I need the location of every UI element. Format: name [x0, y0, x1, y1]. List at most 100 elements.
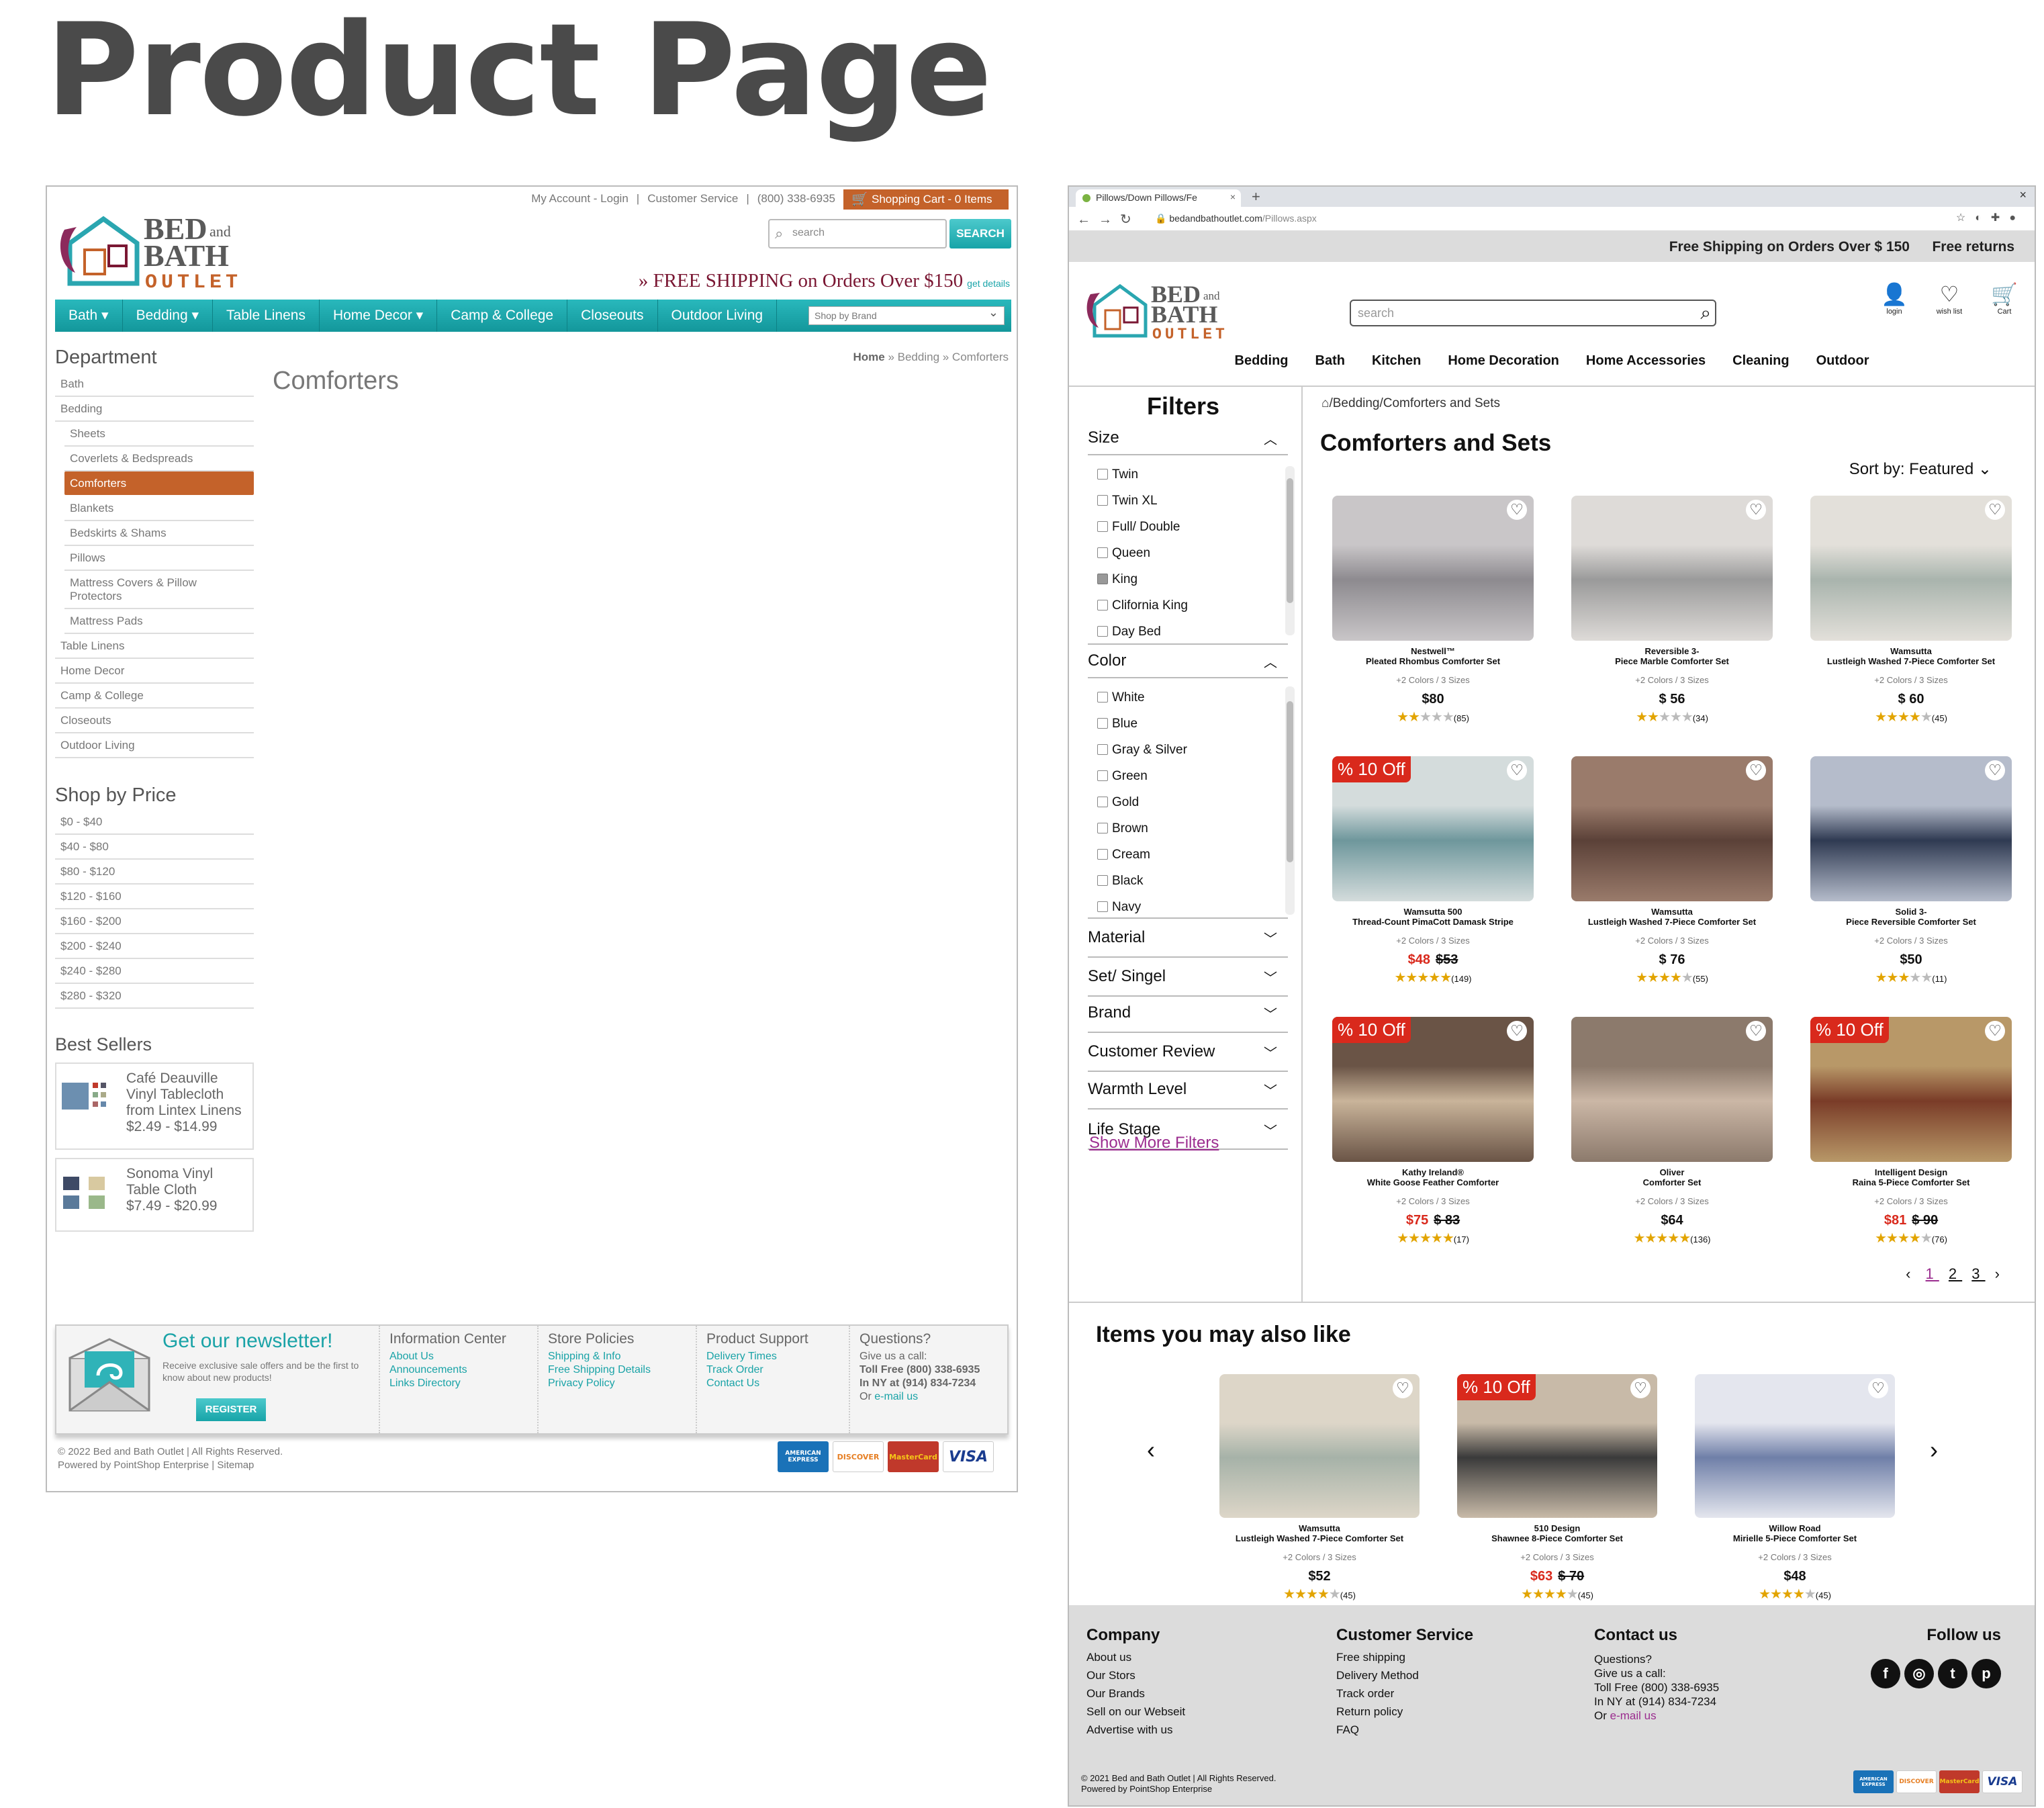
product-image[interactable]: ♡: [1571, 756, 1773, 901]
get-details-link[interactable]: get details: [967, 278, 1010, 289]
wishlist-heart-icon[interactable]: ♡: [1985, 500, 2005, 520]
product-image[interactable]: ♡: [1571, 496, 1773, 641]
top-link[interactable]: (800) 338-6935: [757, 192, 835, 205]
footer-link[interactable]: Our Brands: [1086, 1684, 1185, 1703]
wishlist-heart-icon[interactable]: ♡: [1746, 500, 1766, 520]
color-filter-header[interactable]: Color ︿: [1088, 651, 1284, 670]
search-icon[interactable]: ⌕: [1700, 302, 1711, 324]
footer-link[interactable]: About Us: [389, 1350, 528, 1363]
nav-item[interactable]: Camp & College: [437, 300, 568, 332]
price-range-link[interactable]: $200 - $240: [55, 934, 254, 959]
filter-brand[interactable]: Brand ﹀: [1088, 1003, 1284, 1022]
page-link-1[interactable]: 1: [1926, 1265, 1939, 1282]
search-button[interactable]: SEARCH: [949, 219, 1011, 248]
product-image[interactable]: % 10 Off ♡: [1810, 1017, 2012, 1162]
header-icon-login[interactable]: 👤 login: [1877, 281, 1911, 316]
menu-item[interactable]: Home Decoration: [1448, 353, 1559, 369]
instagram-icon[interactable]: ◎: [1904, 1659, 1934, 1688]
product-image[interactable]: ♡: [1695, 1374, 1895, 1518]
menu-item[interactable]: Outdoor: [1816, 353, 1869, 369]
footer-link[interactable]: Return policy: [1336, 1703, 1473, 1721]
top-link[interactable]: My Account - Login: [531, 192, 629, 205]
next-page-icon[interactable]: ›: [1995, 1265, 2005, 1282]
wishlist-heart-icon[interactable]: ♡: [1507, 500, 1527, 520]
footer-link[interactable]: Announcements: [389, 1363, 528, 1377]
footer-link[interactable]: Advertise with us: [1086, 1721, 1185, 1739]
color-option[interactable]: Blue: [1097, 717, 1137, 731]
wishlist-heart-icon[interactable]: ♡: [1507, 760, 1527, 780]
size-option[interactable]: Twin XL: [1097, 494, 1158, 508]
filter-material[interactable]: Material ﹀: [1088, 928, 1284, 947]
price-range-link[interactable]: $280 - $320: [55, 984, 254, 1009]
register-button[interactable]: REGISTER: [196, 1398, 266, 1421]
search-input[interactable]: search ⌕: [1350, 300, 1716, 326]
product-card[interactable]: ♡ Wamsutta Lustleigh Washed 7-Piece Comfor…: [1571, 756, 1773, 986]
product-card[interactable]: % 10 Off ♡ Wamsutta 500 Thread-Count PimaCo…: [1332, 756, 1534, 986]
color-checkbox[interactable]: [1097, 692, 1108, 703]
footer-link[interactable]: Free Shipping Details: [548, 1363, 686, 1377]
department-link[interactable]: Bedskirts & Shams: [64, 521, 254, 546]
menu-item[interactable]: Home Accessories: [1586, 353, 1706, 369]
filter-customer-review[interactable]: Customer Review ﹀: [1088, 1042, 1284, 1061]
twitter-icon[interactable]: t: [1938, 1659, 1967, 1688]
department-link[interactable]: Outdoor Living: [55, 733, 254, 758]
product-card[interactable]: ♡ Willow Road Mirielle 5-Piece Comforter S…: [1695, 1374, 1895, 1602]
browser-extension-icons[interactable]: ☆◐✚●: [1956, 211, 2025, 224]
nav-item[interactable]: Home Decor ▾: [320, 300, 438, 332]
size-checkbox[interactable]: [1097, 626, 1108, 637]
best-seller-item[interactable]: Café Deauville Vinyl Tablecloth from Lin…: [55, 1063, 254, 1150]
color-option[interactable]: Gold: [1097, 795, 1139, 810]
department-link[interactable]: Camp & College: [55, 684, 254, 709]
footer-link[interactable]: Our Stors: [1086, 1666, 1185, 1684]
email-us-link[interactable]: e-mail us: [874, 1391, 918, 1402]
nav-item[interactable]: Outdoor Living: [658, 300, 778, 332]
product-card[interactable]: ♡ Wamsutta Lustleigh Washed 7-Piece Comfor…: [1810, 496, 2012, 725]
menu-item[interactable]: Cleaning: [1732, 353, 1789, 369]
address-bar[interactable]: 🔒 bedandbathoutlet.com/Pillows.aspx: [1147, 211, 1937, 227]
product-image[interactable]: ♡: [1219, 1374, 1420, 1518]
nav-item[interactable]: Bedding ▾: [123, 300, 214, 332]
show-more-filters-link[interactable]: Show More Filters: [1089, 1134, 1219, 1152]
color-checkbox[interactable]: [1097, 823, 1108, 833]
top-link[interactable]: Customer Service: [647, 192, 738, 205]
page-link-2[interactable]: 2: [1949, 1265, 1962, 1282]
size-option[interactable]: Day Bed: [1097, 625, 1161, 639]
product-card[interactable]: % 10 Off ♡ Kathy Ireland® White Goose Feath…: [1332, 1017, 1534, 1247]
color-option[interactable]: Gray & Silver: [1097, 743, 1187, 758]
breadcrumb-trail[interactable]: /Bedding/Comforters and Sets: [1329, 396, 1500, 410]
carousel-next-icon[interactable]: ›: [1930, 1436, 1938, 1464]
department-link[interactable]: Blankets: [64, 496, 254, 521]
footer-link[interactable]: Privacy Policy: [548, 1377, 686, 1390]
product-image[interactable]: ♡: [1332, 496, 1534, 641]
department-link[interactable]: Bath: [55, 372, 254, 397]
price-range-link[interactable]: $80 - $120: [55, 860, 254, 885]
shopping-cart-button[interactable]: 🛒 Shopping Cart - 0 Items: [843, 189, 1009, 210]
color-checkbox[interactable]: [1097, 744, 1108, 755]
size-option[interactable]: Queen: [1097, 546, 1150, 561]
filter-set-singel[interactable]: Set/ Singel ﹀: [1088, 967, 1284, 986]
home-icon[interactable]: ⌂: [1321, 396, 1329, 410]
color-option[interactable]: Brown: [1097, 821, 1148, 836]
nav-item[interactable]: Closeouts: [567, 300, 658, 332]
product-card[interactable]: ♡ Oliver Comforter Set +2 Colors / 3 Sizes $…: [1571, 1017, 1773, 1247]
price-range-link[interactable]: $120 - $160: [55, 885, 254, 909]
footer-link[interactable]: Delivery Times: [706, 1350, 845, 1363]
size-checkbox[interactable]: [1097, 521, 1108, 532]
footer-link[interactable]: Delivery Method: [1336, 1666, 1473, 1684]
size-checkbox[interactable]: [1097, 495, 1108, 506]
filter-warmth-level[interactable]: Warmth Level ﹀: [1088, 1080, 1284, 1099]
pinterest-icon[interactable]: p: [1971, 1659, 2001, 1688]
close-tab-icon[interactable]: ×: [1230, 191, 1236, 202]
color-checkbox[interactable]: [1097, 875, 1108, 886]
size-option[interactable]: Twin: [1097, 467, 1138, 482]
footer-link[interactable]: Sell on our Webseit: [1086, 1703, 1185, 1721]
sort-dropdown[interactable]: Sort by: Featured ⌄: [1849, 459, 1992, 479]
product-image[interactable]: ♡: [1810, 496, 2012, 641]
product-card[interactable]: ♡ Reversible 3- Piece Marble Comforter Set…: [1571, 496, 1773, 725]
size-checkbox[interactable]: [1097, 469, 1108, 480]
size-filter-header[interactable]: Size ︿: [1088, 428, 1284, 447]
color-checkbox[interactable]: [1097, 718, 1108, 729]
footer-link[interactable]: Free shipping: [1336, 1648, 1473, 1666]
scrollbar-thumb[interactable]: [1287, 701, 1293, 862]
department-link[interactable]: Home Decor: [55, 659, 254, 684]
